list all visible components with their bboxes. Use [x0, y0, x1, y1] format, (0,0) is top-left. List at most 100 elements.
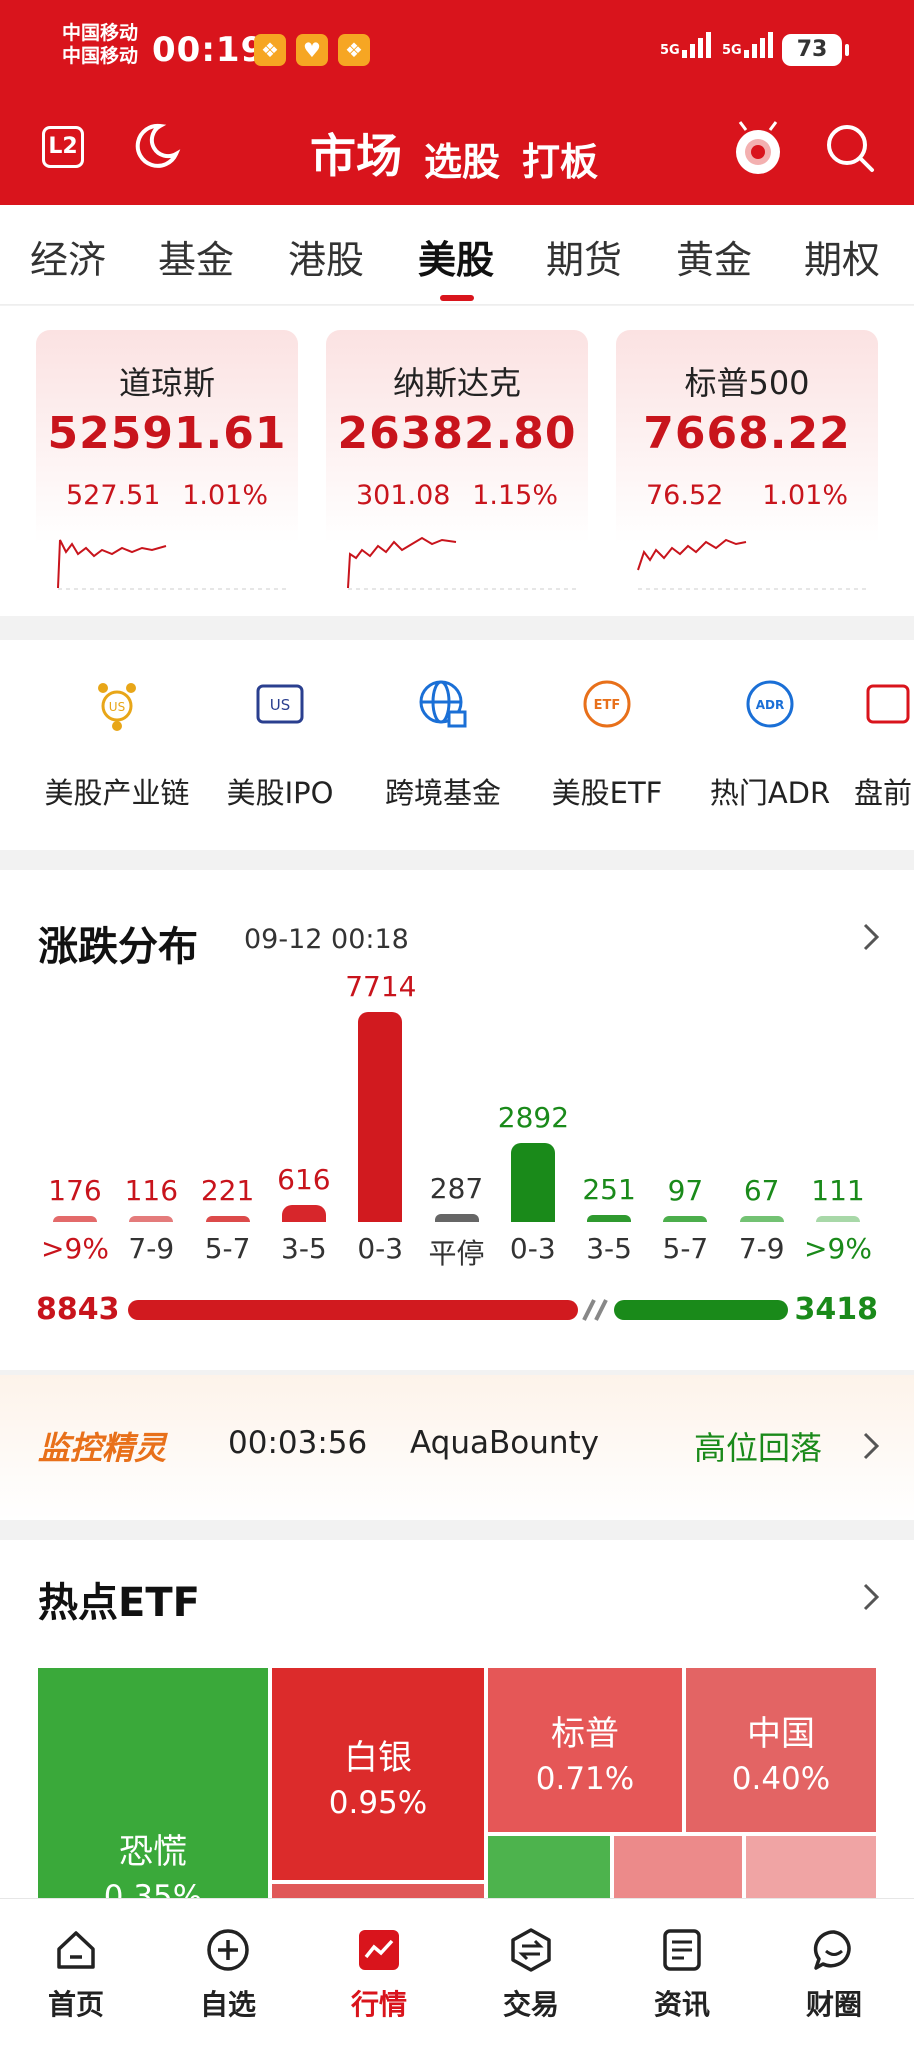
moon-icon[interactable] [130, 120, 182, 172]
monitor-stock: AquaBounty [410, 1425, 600, 1461]
index-percent: 1.01% [182, 480, 268, 511]
monitor-sprite-bar[interactable]: 监控精灵 00:03:56 AquaBounty 高位回落 [0, 1375, 914, 1520]
header-nav: L2 市场 选股 打板 [0, 100, 914, 205]
tab-limit-up[interactable]: 打板 [522, 131, 598, 186]
section-title: 热点ETF [38, 1580, 200, 1626]
etf-tile-china[interactable]: 中国 0.40% [686, 1668, 876, 1832]
etf-tile-percent: 0.95% [328, 1785, 428, 1821]
bottom-nav: 首页 自选 行情 交易 资讯 财圈 [0, 1898, 914, 2048]
quick-link-us-ipo[interactable]: US 美股IPO [200, 676, 360, 812]
hot-etf-section: 热点ETF 恐慌 0.35% 白银 0.95% 标普 0.71% 中国 0.40… [0, 1540, 914, 1915]
nav-home[interactable]: 首页 [16, 1927, 136, 2023]
quick-link-label: 美股产业链 [44, 776, 190, 810]
app-notification-icon: ❖ [254, 34, 286, 66]
app-notification-icon-2: ❖ [338, 34, 370, 66]
nav-news[interactable]: 资讯 [622, 1927, 742, 2023]
quick-link-label: 美股ETF [551, 776, 663, 810]
nav-trade[interactable]: 交易 [471, 1927, 591, 2023]
svg-text:US: US [109, 700, 125, 714]
etf-tile-silver[interactable]: 白银 0.95% [272, 1668, 484, 1880]
distribution-bar [129, 1216, 174, 1222]
svg-text:ADR: ADR [756, 698, 785, 712]
distribution-bar [205, 1216, 250, 1222]
market-chart-icon [359, 1930, 399, 1970]
chevron-right-icon[interactable] [862, 1431, 880, 1461]
distribution-bar-label: 0-3 [357, 1232, 404, 1265]
index-card-nasdaq[interactable]: 纳斯达克 26382.80 301.08 1.15% [326, 330, 588, 596]
plus-circle-icon [207, 1929, 249, 1971]
distribution-bar [816, 1216, 860, 1222]
tab-hk-stocks[interactable]: 港股 [288, 229, 364, 284]
heart-notification-icon: ♥ [296, 34, 328, 66]
quick-link-label: 美股IPO [226, 776, 334, 810]
chevron-right-icon[interactable] [862, 922, 880, 952]
quick-link-hot-adr[interactable]: ADR 热门ADR [690, 676, 850, 812]
index-change: 527.51 [66, 480, 161, 511]
quick-link-us-etf[interactable]: ETF 美股ETF [527, 676, 687, 812]
index-percent: 1.01% [762, 480, 848, 511]
etf-tile-name: 白银 [344, 1738, 412, 1778]
nav-label: 首页 [47, 1988, 104, 2021]
status-time: 00:19 [152, 30, 266, 70]
svg-text:US: US [270, 696, 291, 714]
index-price: 26382.80 [337, 408, 577, 459]
search-icon[interactable] [822, 120, 878, 176]
tab-gold[interactable]: 黄金 [676, 229, 752, 284]
tab-market[interactable]: 市场 [310, 120, 402, 186]
nav-label: 行情 [350, 1988, 407, 2021]
etf-tile-small[interactable] [614, 1836, 742, 1900]
quick-link-cross-border[interactable]: 跨境基金 [363, 676, 523, 812]
etf-tile-fear[interactable]: 恐慌 0.35% [38, 1668, 268, 1915]
etf-icon: ETF [583, 680, 631, 728]
distribution-bar-label: 5-7 [662, 1232, 709, 1265]
distribution-bar-value: 111 [811, 1174, 865, 1207]
distribution-bar [587, 1215, 632, 1222]
carrier-labels: 中国移动 中国移动 [62, 22, 138, 68]
tab-economy[interactable]: 经济 [30, 229, 106, 284]
index-card-dow[interactable]: 道琼斯 52591.61 527.51 1.01% [36, 330, 298, 596]
quick-link-premarket[interactable]: 盘前 [854, 676, 914, 812]
tab-us-stocks[interactable]: 美股 [418, 229, 494, 284]
distribution-bar-value: 251 [582, 1173, 636, 1206]
chevron-right-icon[interactable] [862, 1582, 880, 1612]
premarket-icon [866, 684, 910, 724]
robot-assistant-icon[interactable] [730, 118, 786, 178]
carrier-2: 中国移动 [62, 45, 139, 67]
tab-options[interactable]: 期权 [804, 229, 880, 284]
etf-tile-small[interactable] [746, 1836, 876, 1900]
distribution-bar-value: 176 [48, 1174, 102, 1207]
nav-market[interactable]: 行情 [319, 1927, 439, 2023]
globe-fund-icon [419, 680, 467, 728]
distribution-bar-value: 221 [200, 1174, 255, 1207]
quick-link-us-chain[interactable]: US 美股产业链 [37, 676, 197, 812]
etf-tile-name: 恐慌 [119, 1832, 187, 1872]
quick-links: US 美股产业链 US 美股IPO 跨境基金 ETF 美股ETF ADR 热门A… [0, 640, 914, 850]
distribution-bar-label: 平停 [428, 1237, 485, 1270]
nav-label: 交易 [502, 1988, 559, 2021]
tab-futures[interactable]: 期货 [546, 229, 622, 284]
monitor-signal: 高位回落 [694, 1429, 823, 1467]
nav-watchlist[interactable]: 自选 [168, 1927, 288, 2023]
distribution-time: 09-12 00:18 [244, 924, 409, 955]
distribution-bar-label: 3-5 [281, 1232, 327, 1265]
tab-stock-picker[interactable]: 选股 [424, 131, 500, 186]
chat-bubble-icon [813, 1930, 851, 1970]
index-percent: 1.15% [472, 480, 558, 511]
index-name: 标普500 [684, 364, 810, 402]
index-cards: 道琼斯 52591.61 527.51 1.01% 纳斯达克 26382.80 … [0, 306, 914, 616]
etf-tile-name: 中国 [747, 1714, 815, 1754]
news-icon [663, 1929, 701, 1971]
nav-community[interactable]: 财圈 [774, 1927, 894, 2023]
quick-link-label: 盘前 [854, 776, 913, 810]
index-name: 纳斯达克 [392, 364, 521, 402]
index-card-sp500[interactable]: 标普500 7668.22 76.52 1.01% [616, 330, 878, 596]
l2-button[interactable]: L2 [42, 126, 84, 168]
distribution-bar [663, 1216, 708, 1222]
etf-tile-sp[interactable]: 标普 0.71% [488, 1668, 682, 1832]
category-tabs: 经济 基金 港股 美股 期货 黄金 期权 [0, 205, 914, 305]
etf-tile-small[interactable] [488, 1836, 610, 1900]
tab-funds[interactable]: 基金 [158, 229, 234, 284]
rise-fall-distribution: 涨跌分布 09-12 00:18 176 >9% 116 7-9 221 5-7 616 3-… [0, 870, 914, 1370]
distribution-bar [510, 1143, 555, 1222]
distribution-bar-value: 116 [124, 1174, 179, 1207]
